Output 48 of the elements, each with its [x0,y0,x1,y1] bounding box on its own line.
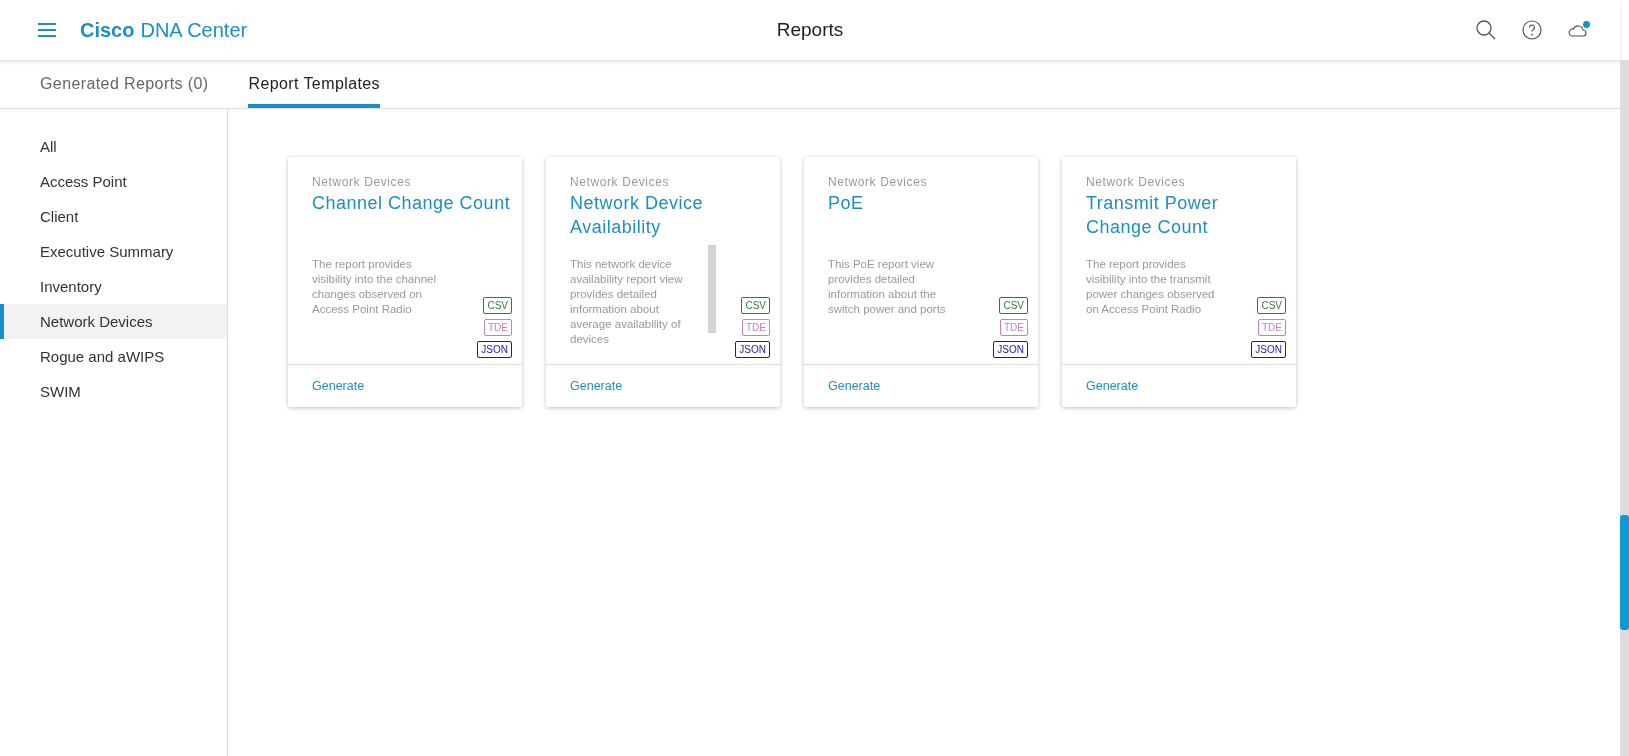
sidebar-item[interactable]: Inventory [0,269,227,304]
cloud-icon[interactable] [1568,22,1588,38]
page-title: Reports [776,19,844,41]
card-category: Network Devices [1086,175,1187,189]
generate-link[interactable]: Generate [312,379,365,393]
generate-link[interactable]: Generate [828,379,881,393]
format-tag: TDE [1258,319,1286,336]
tab[interactable]: Generated Reports (0) [40,60,209,108]
help-icon[interactable] [1522,20,1542,40]
sidebar-item[interactable]: Executive Summary [0,234,227,269]
card-category: Network Devices [312,175,413,189]
format-tag: TDE [1000,319,1028,336]
format-tag: CSV [1257,297,1286,314]
card-description: This PoE report view provides detailed information about the switch power and ports [828,257,947,317]
card-title[interactable]: Channel Change Count [312,191,512,243]
format-tag: CSV [999,297,1028,314]
card-title[interactable]: Transmit Power Change Count [1086,191,1286,243]
format-tag: CSV [741,297,770,314]
card-description: The report provides visibility into the transmit power changes observed on Access Point Radio [1086,257,1216,317]
sidebar-item[interactable]: Rogue and aWIPS [0,339,227,374]
brand-product: DNA Center [140,18,248,42]
format-tag: TDE [742,319,770,336]
card-title[interactable]: PoE [828,191,1028,243]
menu-icon[interactable] [38,23,56,37]
scrollbar-thumb[interactable] [1620,515,1629,630]
sidebar-item[interactable]: Network Devices [0,304,227,339]
sidebar-item[interactable]: Client [0,199,227,234]
sidebar-item[interactable]: SWIM [0,374,227,409]
generate-link[interactable]: Generate [570,379,623,393]
card-description: The report provides visibility into the channel changes observed on Access Point Radio [312,257,437,317]
sidebar-item[interactable]: All [0,129,227,164]
search-icon[interactable] [1476,20,1496,40]
scrollbar[interactable] [1620,60,1629,756]
card-category: Network Devices [828,175,929,189]
card-category: Network Devices [570,175,671,189]
generate-link[interactable]: Generate [1086,379,1139,393]
sidebar-item[interactable]: Access Point [0,164,227,199]
card-title[interactable]: Network Device Availability [570,191,770,243]
format-tag: TDE [484,319,512,336]
format-tag: CSV [483,297,512,314]
card-description: This network device availability report view provides detailed information about average availability of devices [570,257,684,347]
format-tag: JSON [477,341,512,358]
format-tag: JSON [993,341,1028,358]
format-tag: JSON [1251,341,1286,358]
tab[interactable]: Report Templates [248,60,380,108]
scrollbar[interactable] [708,245,716,333]
format-tag: JSON [735,341,770,358]
brand-name: Cisco [80,18,135,42]
